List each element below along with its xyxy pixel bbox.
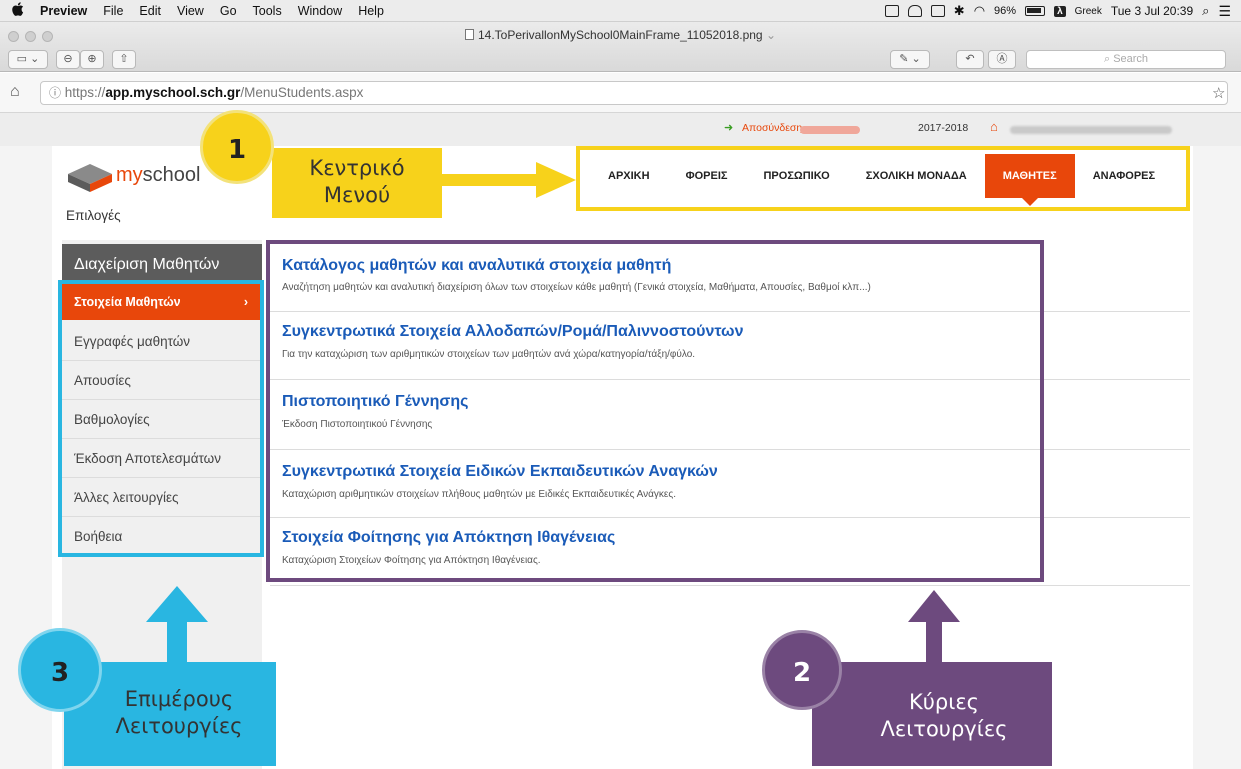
menu-edit[interactable]: Edit (139, 4, 161, 18)
annotation-two-line2: Λειτουργίες (880, 717, 1008, 742)
annotation-number-one: 1 (200, 110, 274, 184)
spotlight-icon[interactable]: ⌕ (1202, 3, 1209, 19)
airplay-icon[interactable] (930, 5, 945, 17)
battery-icon[interactable] (1025, 6, 1046, 16)
myschool-logo-icon (68, 164, 112, 192)
redacted-school-name (1010, 126, 1172, 134)
system-menu-bar: Preview File Edit View Go Tools Window H… (0, 0, 1241, 22)
redacted-username (800, 126, 860, 134)
annotation-main-functions-frame (266, 240, 1044, 582)
home-icon[interactable]: ⌂ (10, 83, 20, 101)
annotation-number-three: 3 (18, 628, 102, 712)
school-year: 2017-2018 (918, 122, 969, 134)
search-input[interactable]: ⌕ Search (1026, 50, 1226, 69)
input-source-label[interactable]: Greek (1075, 6, 1102, 17)
browser-address-bar: ⌂ ⓘ https://app.myschool.sch.gr/MenuStud… (0, 73, 1241, 113)
markup-toolbar-button[interactable]: Ⓐ (988, 50, 1016, 69)
bluetooth-icon[interactable]: ✱ (954, 3, 965, 19)
menu-file[interactable]: File (103, 4, 123, 18)
sidebar-toggle-button[interactable]: ▭ ⌄ (8, 50, 48, 69)
document-title-text: 14.ToPerivallonMySchool0MainFrame_110520… (477, 28, 763, 42)
preview-toolbar: 14.ToPerivallonMySchool0MainFrame_110520… (0, 22, 1241, 72)
info-icon: ⓘ (49, 86, 62, 100)
battery-percent: 96% (994, 5, 1017, 17)
logo-text[interactable]: myschool (116, 164, 200, 187)
annotation-sub-functions-label: Επιμέρους Λειτουργίες (84, 686, 274, 741)
arrow-right-icon (442, 162, 576, 198)
annotation-one-line1: Κεντρικό (309, 156, 405, 180)
logout-link[interactable]: Αποσύνδεση (742, 122, 802, 134)
menu-window[interactable]: Window (298, 4, 342, 18)
zoom-in-button[interactable]: ⊕ (80, 50, 104, 69)
screen-mirroring-icon[interactable] (884, 5, 899, 17)
document-icon (464, 29, 474, 40)
annotation-sub-functions-frame (58, 280, 264, 557)
logo-text-my: my (116, 164, 143, 186)
annotation-main-menu-frame (576, 146, 1190, 211)
menu-help[interactable]: Help (358, 4, 384, 18)
time-machine-icon[interactable] (907, 5, 922, 17)
menu-go[interactable]: Go (220, 4, 237, 18)
zoom-out-button[interactable]: ⊖ (56, 50, 80, 69)
arrow-up-icon (908, 590, 960, 666)
arrow-up-icon (146, 586, 208, 666)
logout-icon[interactable]: ➜ (724, 121, 733, 134)
annotation-main-functions-label: Κύριες Λειτουργίες (844, 689, 1044, 744)
status-area: ✱ ◠ 96% λ Greek Tue 3 Jul 20:39 ⌕ ☰ (884, 0, 1231, 22)
annotation-two-line1: Κύριες (908, 690, 980, 714)
annotation-one-line2: Μενού (323, 183, 391, 208)
url-prefix: https:// (64, 85, 106, 100)
apple-menu-icon[interactable] (12, 2, 30, 19)
logo-text-school: school (142, 164, 201, 186)
share-button[interactable]: ⇧ (112, 50, 136, 69)
menu-view[interactable]: View (177, 4, 204, 18)
title-chevron-icon: ⌄ (765, 28, 777, 42)
notification-center-icon[interactable]: ☰ (1218, 3, 1231, 20)
app-menu-preview[interactable]: Preview (40, 4, 87, 18)
bookmark-star-icon[interactable]: ☆ (1212, 84, 1225, 102)
annotation-number-two: 2 (762, 630, 842, 710)
menu-tools[interactable]: Tools (253, 4, 282, 18)
search-placeholder: Search (1113, 53, 1149, 65)
options-label: Επιλογές (66, 208, 121, 223)
annotation-main-menu-label: Κεντρικό Μενού (272, 155, 442, 210)
search-icon: ⌕ (1103, 53, 1111, 65)
markup-pen-button[interactable]: ✎ ⌄ (890, 50, 930, 69)
document-title[interactable]: 14.ToPerivallonMySchool0MainFrame_110520… (0, 28, 1241, 42)
url-field[interactable]: ⓘ https://app.myschool.sch.gr/MenuStuden… (40, 81, 1228, 105)
school-home-icon[interactable]: ⌂ (990, 119, 998, 134)
url-path: /MenuStudents.aspx (240, 85, 364, 100)
annotation-three-line1: Επιμέρους (124, 687, 234, 711)
wifi-icon[interactable]: ◠ (974, 3, 985, 19)
rotate-button[interactable]: ↶ (956, 50, 984, 69)
clock[interactable]: Tue 3 Jul 20:39 (1111, 4, 1193, 18)
annotation-three-line2: Λειτουργίες (115, 714, 243, 739)
url-host: app.myschool.sch.gr (105, 85, 241, 100)
input-source-icon[interactable]: λ (1054, 5, 1066, 17)
